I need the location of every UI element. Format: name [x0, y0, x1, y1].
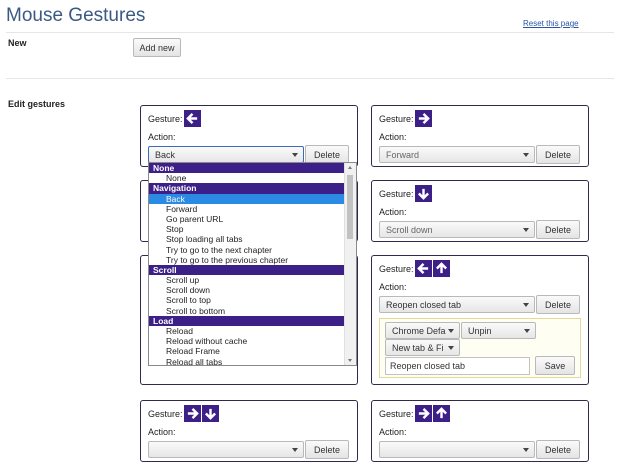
delete-button[interactable]: Delete	[305, 440, 349, 459]
action-select-value: Forward	[386, 149, 420, 160]
chevron-down-icon	[292, 448, 298, 452]
action-select-value: Back	[155, 149, 176, 160]
action-dropdown-list[interactable]: None None Navigation Back Forward Go par…	[148, 162, 357, 366]
action-select-value: Reopen closed tab	[386, 299, 462, 310]
dropdown-option[interactable]: Stop loading all tabs	[149, 234, 346, 244]
gesture-label: Gesture:	[379, 113, 414, 124]
gesture-card: Gesture: Action: Reopen closed tab Delet…	[371, 255, 589, 385]
action-select[interactable]: Forward	[379, 146, 535, 163]
dropdown-group-label: Navigation	[149, 183, 346, 194]
dropdown-option[interactable]: Reload all tabs	[149, 357, 346, 365]
gesture-card: Gesture: Action: Forward Delete	[371, 105, 589, 167]
action-label: Action:	[148, 427, 176, 437]
reset-page-link[interactable]: Reset this page	[523, 19, 579, 28]
dropdown-option[interactable]: Scroll to bottom	[149, 306, 346, 316]
dropdown-options: None None Navigation Back Forward Go par…	[149, 163, 346, 365]
arrow-left-icon	[414, 260, 432, 277]
arrow-right-icon	[414, 405, 432, 422]
open-in-select[interactable]: Chrome Defa	[385, 322, 460, 339]
action-label: Action:	[379, 427, 407, 437]
dropdown-scrollbar[interactable]	[344, 163, 356, 365]
action-label: Action:	[379, 207, 407, 217]
dropdown-option[interactable]: Try to go to the next chapter	[149, 245, 346, 255]
gesture-row: Gesture:	[379, 405, 450, 422]
chevron-down-icon	[524, 329, 530, 333]
pin-select-value: Unpin	[468, 325, 492, 336]
tab-mode-select-value: New tab & Fi	[392, 342, 444, 353]
dropdown-option[interactable]: None	[149, 173, 346, 183]
gesture-label: Gesture:	[379, 408, 414, 419]
delete-button[interactable]: Delete	[536, 145, 580, 164]
action-select[interactable]: Reopen closed tab	[379, 296, 535, 313]
chevron-down-icon	[523, 448, 529, 452]
scrollbar-thumb[interactable]	[347, 175, 353, 239]
gesture-card: Gesture: Action: Scroll down Delete	[371, 180, 589, 242]
dropdown-option[interactable]: Reload without cache	[149, 336, 346, 346]
action-select[interactable]: Back	[148, 146, 304, 163]
gesture-row: Gesture:	[379, 260, 450, 277]
delete-button[interactable]: Delete	[536, 220, 580, 239]
gesture-label: Gesture:	[379, 263, 414, 274]
dropdown-option[interactable]: Stop	[149, 224, 346, 234]
dropdown-group-label: None	[149, 163, 346, 174]
dropdown-option[interactable]: Reload Frame	[149, 346, 346, 356]
action-options-panel: Chrome Defa Unpin New tab & Fi Reopen cl…	[379, 318, 581, 378]
arrow-up-icon	[432, 405, 450, 422]
action-text-input[interactable]: Reopen closed tab	[385, 357, 530, 375]
arrow-right-icon	[183, 405, 201, 422]
action-select[interactable]	[379, 441, 535, 458]
gesture-card: Gesture: Action: Back Delete	[140, 105, 358, 167]
dropdown-option[interactable]: Scroll down	[149, 285, 346, 295]
arrow-down-icon	[201, 405, 219, 422]
tab-mode-select[interactable]: New tab & Fi	[385, 339, 460, 356]
save-button[interactable]: Save	[535, 356, 575, 375]
gesture-label: Gesture:	[148, 408, 183, 419]
chevron-down-icon	[523, 303, 529, 307]
gesture-row: Gesture:	[379, 110, 432, 127]
dropdown-option[interactable]: Reload	[149, 326, 346, 336]
dropdown-option[interactable]: Forward	[149, 204, 346, 214]
dropdown-group-label: Load	[149, 315, 346, 326]
chevron-down-icon	[448, 346, 454, 350]
chevron-down-icon	[523, 153, 529, 157]
gesture-card: Gesture: Action: Delete	[140, 400, 358, 462]
scroll-up-icon[interactable]	[348, 166, 352, 169]
open-in-select-value: Chrome Defa	[392, 325, 446, 336]
chevron-down-icon	[523, 228, 529, 232]
dropdown-option[interactable]: Scroll up	[149, 275, 346, 285]
gesture-row: Gesture:	[148, 405, 219, 422]
action-label: Action:	[379, 132, 407, 142]
chevron-down-icon	[292, 153, 298, 157]
add-new-button[interactable]: Add new	[133, 38, 181, 57]
arrow-left-icon	[183, 110, 201, 127]
arrow-down-icon	[414, 185, 432, 202]
gesture-card: Gesture: Action: Delete	[371, 400, 589, 462]
divider	[6, 78, 614, 79]
pin-select[interactable]: Unpin	[461, 322, 536, 339]
gesture-label: Gesture:	[148, 113, 183, 124]
new-section-label: New	[8, 38, 27, 48]
chevron-down-icon	[448, 329, 454, 333]
dropdown-option[interactable]: Go parent URL	[149, 214, 346, 224]
page-title: Mouse Gestures	[6, 5, 146, 26]
scroll-down-icon[interactable]	[348, 359, 352, 362]
delete-button[interactable]: Delete	[536, 440, 580, 459]
dropdown-option[interactable]: Try to go to the previous chapter	[149, 255, 346, 265]
delete-button[interactable]: Delete	[536, 295, 580, 314]
divider	[6, 32, 614, 33]
arrow-right-icon	[414, 110, 432, 127]
action-label: Action:	[379, 282, 407, 292]
dropdown-option-selected[interactable]: Back	[149, 193, 346, 204]
gesture-row: Gesture:	[148, 110, 201, 127]
action-label: Action:	[148, 132, 176, 142]
arrow-up-icon	[432, 260, 450, 277]
action-select-value: Scroll down	[386, 224, 433, 235]
dropdown-option[interactable]: Scroll to top	[149, 295, 346, 305]
gesture-label: Gesture:	[379, 188, 414, 199]
action-select[interactable]	[148, 441, 304, 458]
edit-gestures-label: Edit gestures	[8, 99, 66, 109]
dropdown-group-label: Scroll	[149, 264, 346, 276]
gesture-row: Gesture:	[379, 185, 432, 202]
action-select[interactable]: Scroll down	[379, 221, 535, 238]
